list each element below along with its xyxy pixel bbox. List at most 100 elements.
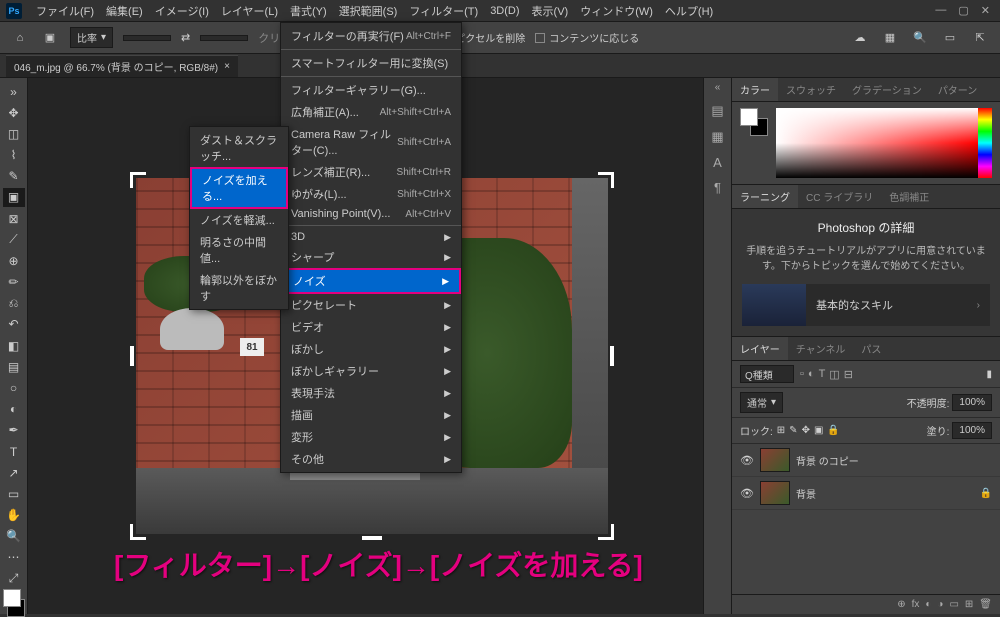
menu-file[interactable]: ファイル(F) bbox=[30, 1, 100, 21]
properties-panel-icon[interactable]: ▦ bbox=[711, 129, 723, 145]
tab-patterns[interactable]: パターン bbox=[930, 78, 986, 101]
tab-layers[interactable]: レイヤー bbox=[732, 337, 788, 360]
menu-cat-sharpen[interactable]: シャープ▶ bbox=[281, 246, 461, 268]
visibility-icon[interactable]: 👁 bbox=[740, 454, 754, 467]
crop-icon[interactable]: ▣ bbox=[40, 28, 60, 48]
menu-edit[interactable]: 編集(E) bbox=[100, 1, 149, 21]
lock-pixels-icon[interactable]: ⊞ bbox=[777, 425, 785, 436]
menu-cat-video[interactable]: ビデオ▶ bbox=[281, 316, 461, 338]
history-brush-tool[interactable]: ↶ bbox=[3, 315, 25, 334]
home-icon[interactable]: ⌂ bbox=[10, 28, 30, 48]
filter-toggle[interactable]: ▮ bbox=[986, 369, 992, 380]
menu-cat-blur[interactable]: ぼかし▶ bbox=[281, 338, 461, 360]
filter-pixel-icon[interactable]: ▫ bbox=[800, 368, 804, 381]
tab-paths[interactable]: パス bbox=[853, 337, 889, 360]
menu-select[interactable]: 選択範囲(S) bbox=[333, 1, 404, 21]
link-layers-icon[interactable]: ⊕ bbox=[897, 599, 905, 610]
collapse-icon[interactable]: « bbox=[715, 82, 721, 93]
ratio-w-input[interactable] bbox=[123, 35, 171, 41]
lock-position-icon[interactable]: ✥ bbox=[802, 425, 810, 436]
marquee-tool[interactable]: ◫ bbox=[3, 124, 25, 143]
crop-handle-bottom-left[interactable] bbox=[130, 524, 146, 540]
move-tool[interactable]: ✥ bbox=[3, 103, 25, 122]
dodge-tool[interactable]: ◐ bbox=[3, 400, 25, 419]
menu-cat-other[interactable]: その他▶ bbox=[281, 448, 461, 470]
opacity-input[interactable]: 100% bbox=[952, 394, 992, 411]
panel-fgbg-swatches[interactable] bbox=[740, 108, 768, 136]
ratio-h-input[interactable] bbox=[200, 35, 248, 41]
tab-color[interactable]: カラー bbox=[732, 78, 778, 101]
crop-handle-bottom[interactable] bbox=[362, 536, 382, 540]
tab-gradients[interactable]: グラデーション bbox=[844, 78, 930, 101]
lock-artboard-icon[interactable]: ▣ bbox=[814, 425, 823, 436]
submenu-median[interactable]: 明るさの中間値... bbox=[190, 231, 288, 269]
submenu-dust-scratches[interactable]: ダスト＆スクラッチ... bbox=[190, 129, 288, 167]
more-tool[interactable]: ⋯ bbox=[3, 548, 25, 567]
menu-view[interactable]: 表示(V) bbox=[526, 1, 575, 21]
quick-select-tool[interactable]: ✎ bbox=[3, 167, 25, 186]
color-picker[interactable] bbox=[776, 108, 992, 178]
hand-tool[interactable]: ✋ bbox=[3, 505, 25, 524]
menu-cat-render[interactable]: 表現手法▶ bbox=[281, 382, 461, 404]
new-layer-icon[interactable]: ⊞ bbox=[965, 599, 973, 610]
swap-icon[interactable]: ⇄ bbox=[181, 31, 190, 44]
search-icon[interactable]: 🔍 bbox=[910, 28, 930, 48]
workspace-icon[interactable]: ▭ bbox=[940, 28, 960, 48]
stamp-tool[interactable]: ⎌ bbox=[3, 294, 25, 313]
pen-tool[interactable]: ✒ bbox=[3, 421, 25, 440]
eyedropper-tool[interactable]: ⟋ bbox=[3, 230, 25, 249]
new-group-icon[interactable]: ▭ bbox=[949, 599, 958, 610]
tab-cc-library[interactable]: CC ライブラリ bbox=[798, 185, 881, 208]
tab-learn[interactable]: ラーニング bbox=[732, 185, 798, 208]
crop-tool[interactable]: ▣ bbox=[3, 188, 25, 207]
minimize-icon[interactable]: — bbox=[935, 4, 946, 17]
menu-reapply-filter[interactable]: フィルターの再実行(F)Alt+Ctrl+F bbox=[281, 25, 461, 47]
menu-filter-gallery[interactable]: フィルターギャラリー(G)... bbox=[281, 79, 461, 101]
tab-close-icon[interactable]: × bbox=[224, 61, 230, 72]
filter-shape-icon[interactable]: ◫ bbox=[829, 368, 839, 381]
menu-lens-correction[interactable]: レンズ補正(R)...Shift+Ctrl+R bbox=[281, 161, 461, 183]
content-aware-checkbox[interactable]: コンテンツに応じる bbox=[535, 30, 639, 45]
new-adjust-icon[interactable]: ◑ bbox=[937, 599, 943, 610]
menu-image[interactable]: イメージ(I) bbox=[149, 1, 215, 21]
crop-handle-top-left[interactable] bbox=[130, 172, 146, 188]
heal-tool[interactable]: ⊕ bbox=[3, 251, 25, 270]
crop-handle-top-right[interactable] bbox=[598, 172, 614, 188]
char-panel-icon[interactable]: A bbox=[713, 155, 722, 170]
history-panel-icon[interactable]: ▤ bbox=[711, 103, 723, 119]
menu-3d[interactable]: 3D(D) bbox=[484, 3, 525, 19]
lock-all-icon[interactable]: 🔒 bbox=[827, 425, 839, 436]
gradient-tool[interactable]: ▤ bbox=[3, 357, 25, 376]
fill-input[interactable]: 100% bbox=[952, 422, 992, 439]
menu-cat-blur-gallery[interactable]: ぼかしギャラリー▶ bbox=[281, 360, 461, 382]
expand-icon[interactable]: » bbox=[3, 82, 25, 101]
menu-convert-smart[interactable]: スマートフィルター用に変換(S) bbox=[281, 52, 461, 74]
menu-layer[interactable]: レイヤー(L) bbox=[215, 1, 284, 21]
crop-handle-left[interactable] bbox=[130, 346, 134, 366]
tab-swatches[interactable]: スウォッチ bbox=[778, 78, 844, 101]
lock-paint-icon[interactable]: ✎ bbox=[789, 425, 797, 436]
filter-type-icon[interactable]: T bbox=[819, 368, 826, 381]
menu-cat-noise[interactable]: ノイズ▶ bbox=[281, 268, 461, 294]
share-icon[interactable]: ⇱ bbox=[970, 28, 990, 48]
paragraph-panel-icon[interactable]: ¶ bbox=[714, 180, 721, 195]
path-tool[interactable]: ↗ bbox=[3, 463, 25, 482]
fgbg-swatches[interactable] bbox=[3, 589, 25, 617]
menu-camera-raw[interactable]: Camera Raw フィルター(C)...Shift+Ctrl+A bbox=[281, 123, 461, 161]
menu-help[interactable]: ヘルプ(H) bbox=[659, 1, 719, 21]
filter-smart-icon[interactable]: ⊟ bbox=[844, 368, 853, 381]
menu-filter[interactable]: フィルター(T) bbox=[403, 1, 484, 21]
layer-item-bg-copy[interactable]: 👁 背景 のコピー bbox=[732, 444, 1000, 477]
color-swap-icon[interactable]: ⤢ bbox=[3, 569, 25, 588]
document-tab[interactable]: 046_m.jpg @ 66.7% (背景 のコピー, RGB/8#)× bbox=[6, 55, 238, 77]
arrange-icon[interactable]: ▦ bbox=[880, 28, 900, 48]
layer-filter-dropdown[interactable]: Q種類 bbox=[740, 365, 794, 383]
frame-tool[interactable]: ⊠ bbox=[3, 209, 25, 228]
menu-cat-distort[interactable]: 変形▶ bbox=[281, 426, 461, 448]
menu-wide-angle[interactable]: 広角補正(A)...Alt+Shift+Ctrl+A bbox=[281, 101, 461, 123]
crop-handle-bottom-right[interactable] bbox=[598, 524, 614, 540]
shape-tool[interactable]: ▭ bbox=[3, 484, 25, 503]
layer-mask-icon[interactable]: ◐ bbox=[925, 599, 931, 610]
submenu-add-noise[interactable]: ノイズを加える... bbox=[190, 167, 288, 209]
layer-fx-icon[interactable]: fx bbox=[912, 599, 920, 610]
